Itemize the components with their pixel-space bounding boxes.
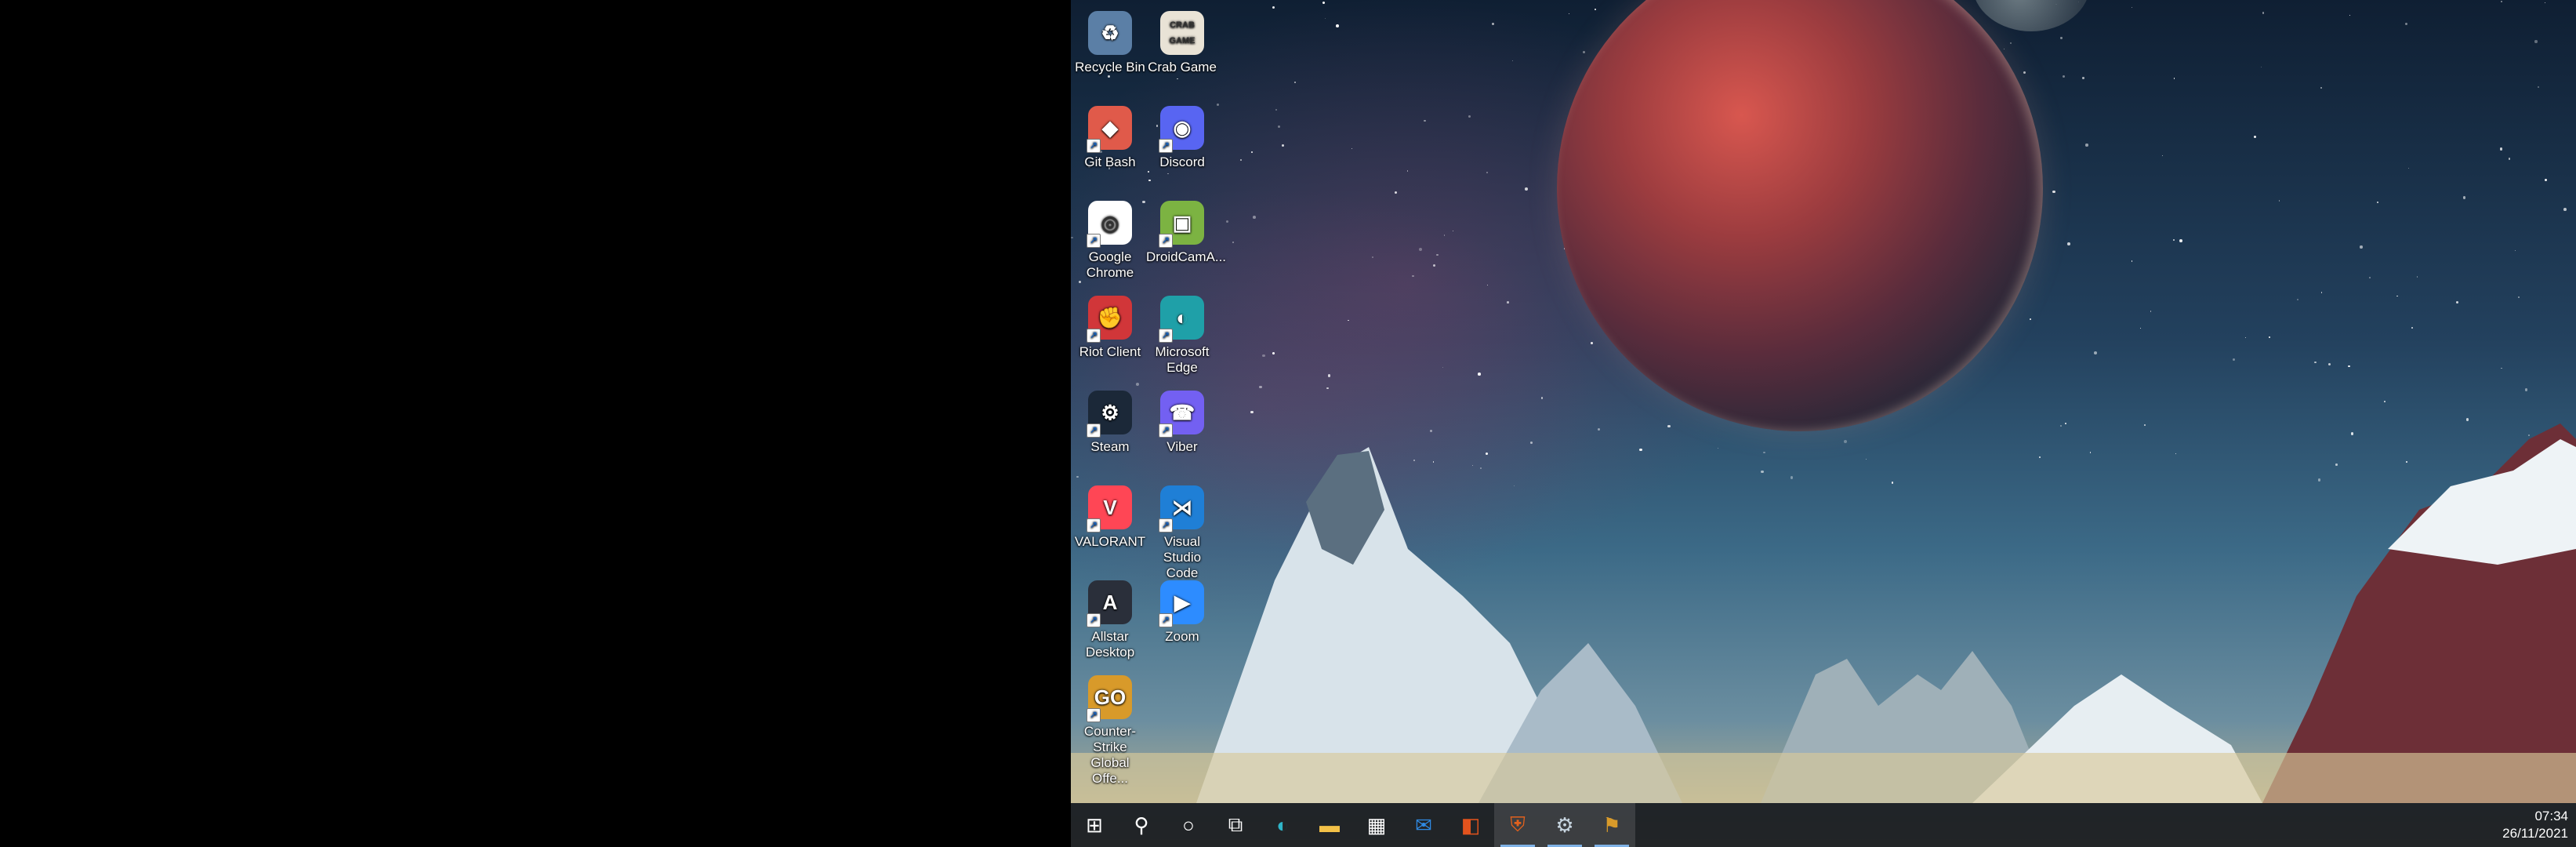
mail-button[interactable]: ✉	[1400, 803, 1447, 847]
viber-icon: ☎ ↗	[1159, 391, 1204, 438]
desktop-icon-label: Steam	[1090, 439, 1130, 454]
desktop-icon-microsoft-edge[interactable]: ◐ ↗ Microsoft Edge	[1146, 288, 1218, 382]
office-icon: ◧	[1460, 812, 1481, 837]
desktop-icon-counter-strike-global-offe[interactable]: GO ↗ Counter-Strike Global Offe...	[1074, 667, 1146, 786]
desktop-icon-droidcama[interactable]: ▣ ↗ DroidCamA...	[1146, 193, 1227, 287]
microsoft-edge-icon: ◐ ↗	[1159, 296, 1204, 343]
desktop-icon-label: VALORANT	[1074, 534, 1146, 549]
desktop-icon-label: Allstar Desktop	[1085, 629, 1135, 660]
shortcut-arrow-icon: ↗	[1159, 424, 1173, 438]
zoom-icon: ▶ ↗	[1159, 580, 1204, 627]
shortcut-arrow-icon: ↗	[1087, 613, 1101, 627]
store-icon: ▦	[1366, 812, 1387, 837]
shortcut-arrow-icon: ↗	[1159, 613, 1173, 627]
task-view-button[interactable]: ⧉	[1212, 803, 1259, 847]
desktop-icon-google-chrome[interactable]: ◎ ↗ Google Chrome	[1074, 193, 1146, 287]
shortcut-arrow-icon: ↗	[1087, 518, 1101, 533]
inactive-monitor-area	[0, 0, 1071, 847]
google-chrome-icon: ◎ ↗	[1087, 201, 1132, 248]
recycle-bin-icon: ♻	[1088, 11, 1132, 55]
shortcut-arrow-icon: ↗	[1087, 139, 1101, 153]
shield-icon: ⛨	[1510, 812, 1526, 836]
store-button[interactable]: ▦	[1353, 803, 1400, 847]
desktop-icon-riot-client[interactable]: ✊ ↗ Riot Client	[1074, 288, 1146, 382]
desktop-icon-allstar-desktop[interactable]: A ↗ Allstar Desktop	[1074, 573, 1146, 667]
folder-icon: ▬	[1319, 812, 1340, 837]
desktop-icon-zoom[interactable]: ▶ ↗ Zoom	[1146, 573, 1218, 667]
search-icon: ⚲	[1134, 812, 1149, 837]
desktop-icon-label: DroidCamA...	[1146, 249, 1227, 264]
cortana-icon: ○	[1182, 812, 1195, 837]
shortcut-arrow-icon: ↗	[1087, 234, 1101, 248]
taskbar-buttons: ⊞ ⚲ ○ ⧉ ◐ ▬ ▦ ✉ ◧ ⛨ ⚙ ⚑	[1071, 803, 1635, 847]
riot-client-icon: ✊ ↗	[1087, 296, 1132, 343]
edge-icon: ◐	[1276, 812, 1289, 837]
desktop-icon-label: Discord	[1159, 154, 1205, 169]
cortana-button[interactable]: ○	[1165, 803, 1212, 847]
counter-strike-global-offe-icon: GO ↗	[1087, 675, 1132, 722]
edge-button[interactable]: ◐	[1259, 803, 1306, 847]
discord-icon: ◉ ↗	[1159, 106, 1204, 153]
desktop-icon-valorant[interactable]: V ↗ VALORANT	[1074, 478, 1146, 572]
clock-time: 07:34	[2534, 809, 2568, 823]
desktop-icon-label: Crab Game	[1148, 60, 1217, 75]
shortcut-arrow-icon: ↗	[1159, 139, 1173, 153]
mail-icon: ✉	[1415, 812, 1432, 837]
desktop-icon-discord[interactable]: ◉ ↗ Discord	[1146, 98, 1218, 192]
desktop-icon-crab-game[interactable]: CRAB GAME Crab Game	[1146, 3, 1218, 97]
steam-button[interactable]: ⚙	[1541, 803, 1588, 847]
steam-icon: ⚙ ↗	[1087, 391, 1132, 438]
droidcama-icon: ▣ ↗	[1159, 201, 1204, 248]
shortcut-arrow-icon: ↗	[1159, 329, 1173, 343]
desktop-icon-label: Google Chrome	[1086, 249, 1134, 280]
desktop-wallpaper[interactable]: ♻ Recycle Bin CRAB GAME Crab Game ◆ ↗ Git Bash…	[1071, 0, 2576, 847]
steam-icon: ⚙	[1555, 812, 1574, 837]
taskbar: ⊞ ⚲ ○ ⧉ ◐ ▬ ▦ ✉ ◧ ⛨ ⚙ ⚑ 07:34 26/11/2021	[1071, 803, 2576, 847]
desktop-icon-git-bash[interactable]: ◆ ↗ Git Bash	[1074, 98, 1146, 192]
desktop-icon-label: Viber	[1166, 439, 1198, 454]
task-view-icon: ⧉	[1228, 812, 1243, 836]
shield-app-button[interactable]: ⛨	[1494, 803, 1541, 847]
shortcut-arrow-icon: ↗	[1087, 329, 1101, 343]
system-clock[interactable]: 07:34 26/11/2021	[2502, 808, 2568, 842]
desktop-icon-label: Microsoft Edge	[1155, 344, 1210, 375]
csgo-button[interactable]: ⚑	[1588, 803, 1635, 847]
shortcut-arrow-icon: ↗	[1087, 424, 1101, 438]
desktop-icons: ♻ Recycle Bin CRAB GAME Crab Game ◆ ↗ Git Bash…	[1071, 0, 1228, 786]
visual-studio-code-icon: ⋊ ↗	[1159, 485, 1204, 533]
valorant-icon: V ↗	[1087, 485, 1132, 533]
mountains-graphic	[1071, 424, 2576, 803]
desktop-icon-label: Recycle Bin	[1075, 60, 1145, 75]
shortcut-arrow-icon: ↗	[1159, 518, 1173, 533]
desktop-icon-label: Git Bash	[1084, 154, 1136, 169]
desktop-icon-label: Riot Client	[1079, 344, 1141, 359]
file-explorer-button[interactable]: ▬	[1306, 803, 1353, 847]
shortcut-arrow-icon: ↗	[1159, 234, 1173, 248]
crab-game-icon: CRAB GAME	[1160, 11, 1204, 55]
desktop-icon-label: Zoom	[1165, 629, 1199, 644]
clock-date: 26/11/2021	[2502, 826, 2568, 841]
desktop-icon-steam[interactable]: ⚙ ↗ Steam	[1074, 383, 1146, 477]
search-button[interactable]: ⚲	[1118, 803, 1165, 847]
desktop-icon-viber[interactable]: ☎ ↗ Viber	[1146, 383, 1218, 477]
desktop-icon-recycle-bin[interactable]: ♻ Recycle Bin	[1074, 3, 1146, 97]
windows-icon: ⊞	[1086, 812, 1103, 837]
start-button[interactable]: ⊞	[1071, 803, 1118, 847]
csgo-icon: ⚑	[1602, 812, 1621, 837]
shortcut-arrow-icon: ↗	[1087, 708, 1101, 722]
office-button[interactable]: ◧	[1447, 803, 1494, 847]
git-bash-icon: ◆ ↗	[1087, 106, 1132, 153]
desktop-icon-visual-studio-code[interactable]: ⋊ ↗ Visual Studio Code	[1146, 478, 1218, 580]
desktop-icon-label: Counter-Strike Global Offe...	[1083, 724, 1137, 786]
allstar-desktop-icon: A ↗	[1087, 580, 1132, 627]
